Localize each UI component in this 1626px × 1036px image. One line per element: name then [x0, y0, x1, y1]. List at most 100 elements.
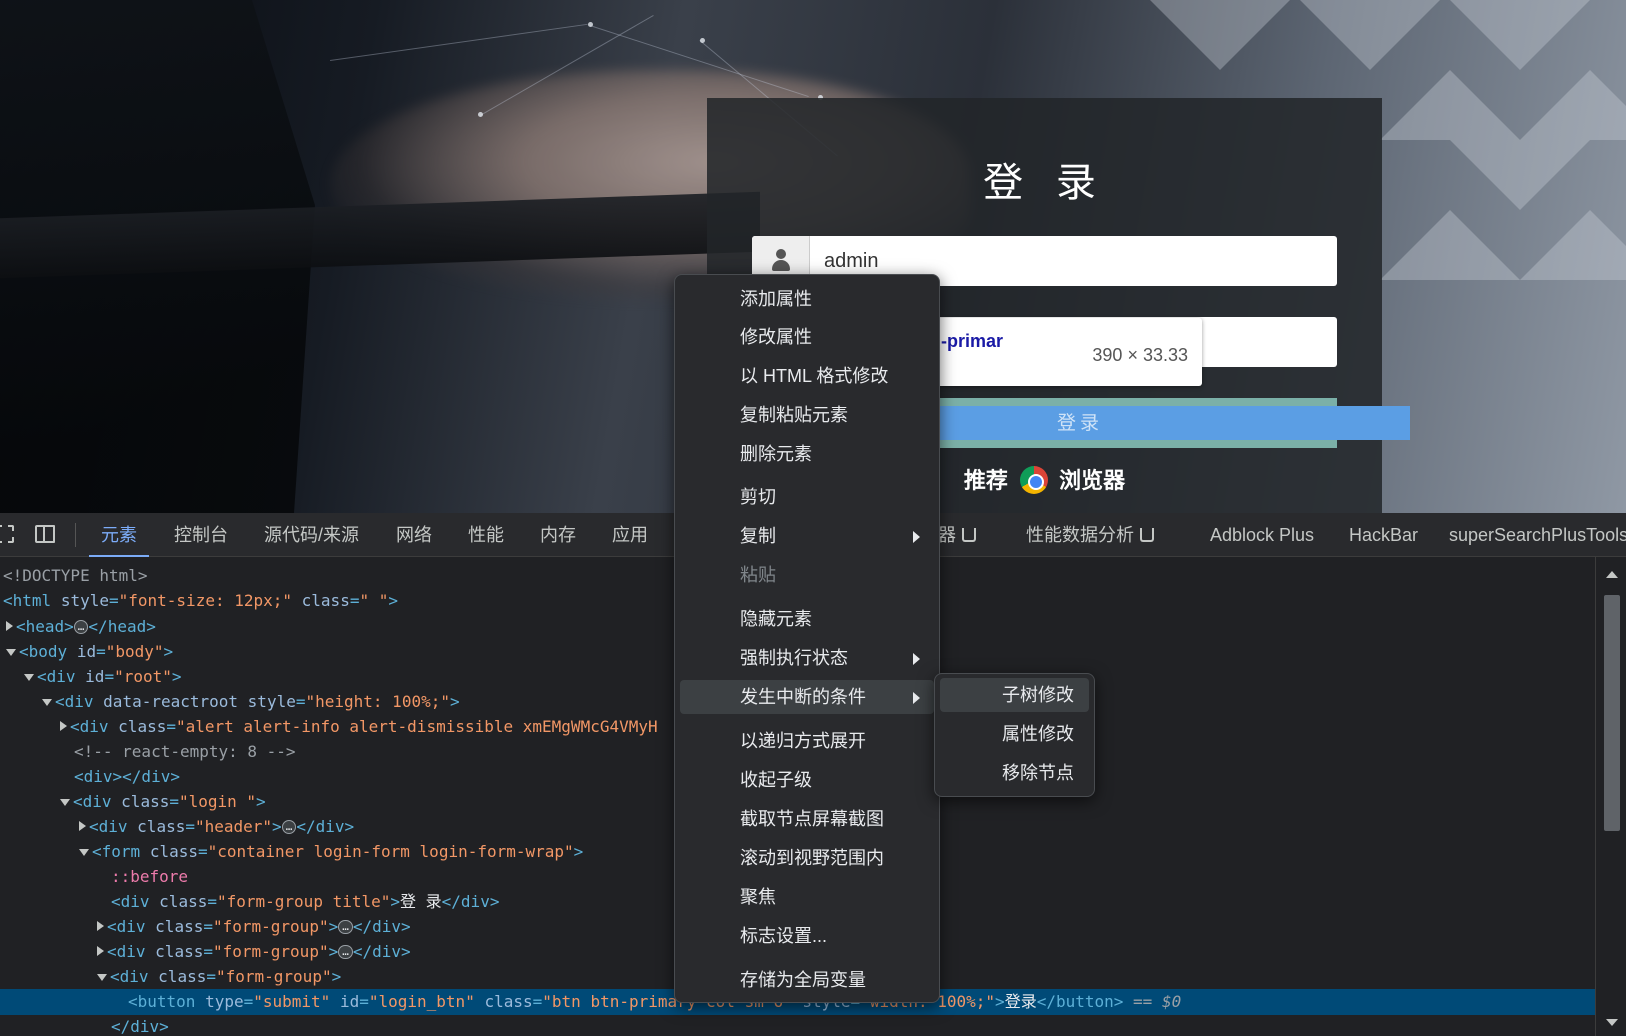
attr-value: "height: 100%;" — [305, 692, 450, 711]
collapse-arrow-icon[interactable] — [42, 699, 52, 706]
tag-close: > — [449, 692, 460, 711]
menu-item-duplicate-element[interactable]: 复制粘贴元素 — [680, 398, 934, 432]
attr-name: class — [155, 942, 204, 961]
tag-name: <div></div> — [74, 767, 180, 786]
attr-value: "form-group" — [212, 917, 329, 936]
device-toolbar-icon[interactable] — [35, 525, 55, 543]
menu-item-edit-as-html[interactable]: 以 HTML 格式修改 — [680, 359, 934, 393]
attr-name: id — [85, 667, 105, 686]
expand-arrow-icon[interactable] — [79, 821, 86, 831]
menu-item-badge-settings[interactable]: 标志设置... — [680, 919, 934, 953]
collapse-arrow-icon[interactable] — [60, 799, 70, 806]
menu-item-copy[interactable]: 复制 — [680, 519, 934, 553]
menu-item-break-on[interactable]: 发生中断的条件 — [680, 680, 934, 714]
background-triangle — [1450, 140, 1590, 210]
submenu-arrow-icon — [913, 692, 920, 704]
collapsed-ellipsis[interactable]: … — [73, 620, 89, 634]
tab-sources[interactable]: 源代码/来源 — [264, 513, 359, 557]
collapse-arrow-icon[interactable] — [6, 649, 16, 656]
collapse-arrow-icon[interactable] — [79, 849, 89, 856]
menu-item-force-state[interactable]: 强制执行状态 — [680, 641, 934, 675]
experiment-flask-icon — [1140, 528, 1154, 542]
attr-value: "submit" — [253, 992, 331, 1011]
toolbar-divider — [75, 523, 76, 547]
scroll-up-arrow-icon[interactable] — [1606, 571, 1618, 578]
node-text: 登 录 — [400, 892, 442, 911]
tag-name: <div — [73, 792, 112, 811]
collapsed-ellipsis[interactable]: … — [338, 920, 353, 934]
doctype-text: <!DOCTYPE html> — [3, 566, 148, 585]
tab-network[interactable]: 网络 — [396, 513, 432, 557]
expand-arrow-icon[interactable] — [6, 621, 13, 631]
dollar-zero: $0 — [1161, 992, 1182, 1011]
menu-item-collapse-children[interactable]: 收起子级 — [680, 763, 934, 797]
attr-name: class — [149, 842, 198, 861]
attr-name: style — [247, 692, 296, 711]
context-menu: 添加属性 修改属性 以 HTML 格式修改 复制粘贴元素 删除元素 剪切 复制 … — [674, 274, 940, 1003]
background-triangle — [1380, 210, 1520, 280]
menu-item-cut[interactable]: 剪切 — [680, 480, 934, 514]
menu-item-capture-node-screenshot[interactable]: 截取节点屏幕截图 — [680, 802, 934, 836]
collapse-arrow-icon[interactable] — [97, 974, 107, 981]
menu-item-add-attribute[interactable]: 添加属性 — [680, 282, 934, 316]
tag-name: <button — [128, 992, 196, 1011]
tab-hackbar[interactable]: HackBar — [1349, 513, 1418, 557]
attr-name: class — [158, 967, 207, 986]
network-node — [588, 22, 593, 27]
collapsed-ellipsis[interactable]: … — [281, 820, 297, 834]
expand-arrow-icon[interactable] — [60, 721, 67, 731]
menu-item-break-on-label: 发生中断的条件 — [740, 687, 866, 707]
tag-close: > — [256, 792, 266, 811]
tag-name: <div — [110, 967, 149, 986]
tag-close: </div> — [111, 1017, 169, 1036]
menu-item-edit-attribute[interactable]: 修改属性 — [680, 320, 934, 354]
menu-item-hide-element[interactable]: 隐藏元素 — [680, 602, 934, 636]
attr-name: class — [137, 817, 186, 836]
submenu-item-attribute-modifications[interactable]: 属性修改 — [940, 717, 1089, 751]
attr-name: id — [339, 992, 360, 1011]
background-triangle — [1520, 70, 1626, 140]
attr-name: data-reactroot — [103, 692, 239, 711]
expand-arrow-icon[interactable] — [97, 946, 104, 956]
tab-supersearch[interactable]: superSearchPlusTools — [1449, 513, 1626, 557]
scroll-down-arrow-icon[interactable] — [1606, 1019, 1618, 1026]
tag-close: > — [995, 992, 1005, 1011]
dom-node-close-div[interactable]: </div> — [0, 1014, 1595, 1036]
attr-value: "form-group" — [212, 942, 329, 961]
tab-adblock-plus[interactable]: Adblock Plus — [1210, 513, 1314, 557]
attr-value: "container login-form login-form-wrap" — [207, 842, 574, 861]
tag-close: </button> — [1036, 992, 1124, 1011]
menu-item-delete-element[interactable]: 删除元素 — [680, 437, 934, 471]
scroll-thumb[interactable] — [1604, 595, 1620, 831]
attr-value: " " — [359, 591, 389, 610]
attr-value: "alert alert-info alert-dismissible xmEM… — [175, 717, 658, 736]
tab-memory[interactable]: 内存 — [540, 513, 576, 557]
attr-value: "root" — [114, 667, 172, 686]
tab-recorder[interactable]: 器 — [938, 513, 976, 557]
tag-close: > — [388, 591, 399, 610]
tab-elements[interactable]: 元素 — [89, 513, 149, 557]
submenu-item-subtree-modifications[interactable]: 子树修改 — [940, 678, 1089, 712]
collapsed-ellipsis[interactable]: … — [338, 945, 353, 959]
menu-item-focus[interactable]: 聚焦 — [680, 880, 934, 914]
menu-item-expand-recursively[interactable]: 以递归方式展开 — [680, 724, 934, 758]
chrome-icon — [1019, 466, 1048, 494]
tag-close: </div> — [296, 817, 355, 836]
menu-item-store-as-global[interactable]: 存储为全局变量 — [680, 963, 934, 997]
tab-console[interactable]: 控制台 — [174, 513, 228, 557]
inspect-element-icon[interactable] — [0, 525, 14, 543]
collapse-arrow-icon[interactable] — [24, 674, 34, 681]
pseudo-element: ::before — [111, 867, 189, 886]
expand-arrow-icon[interactable] — [97, 921, 104, 931]
submenu-item-node-removal[interactable]: 移除节点 — [940, 756, 1089, 790]
attr-name: class — [301, 591, 350, 610]
tag-name: <div — [55, 692, 94, 711]
background-triangle — [1520, 210, 1626, 280]
tab-application[interactable]: 应用 — [612, 513, 648, 557]
tab-performance[interactable]: 性能 — [468, 513, 504, 557]
dom-tree-scrollbar[interactable] — [1595, 557, 1626, 1036]
tag-name: <form — [92, 842, 141, 861]
tag-close: </div> — [441, 892, 500, 911]
tab-performance-insights[interactable]: 性能数据分析 — [1026, 513, 1154, 557]
menu-item-scroll-into-view[interactable]: 滚动到视野范围内 — [680, 841, 934, 875]
